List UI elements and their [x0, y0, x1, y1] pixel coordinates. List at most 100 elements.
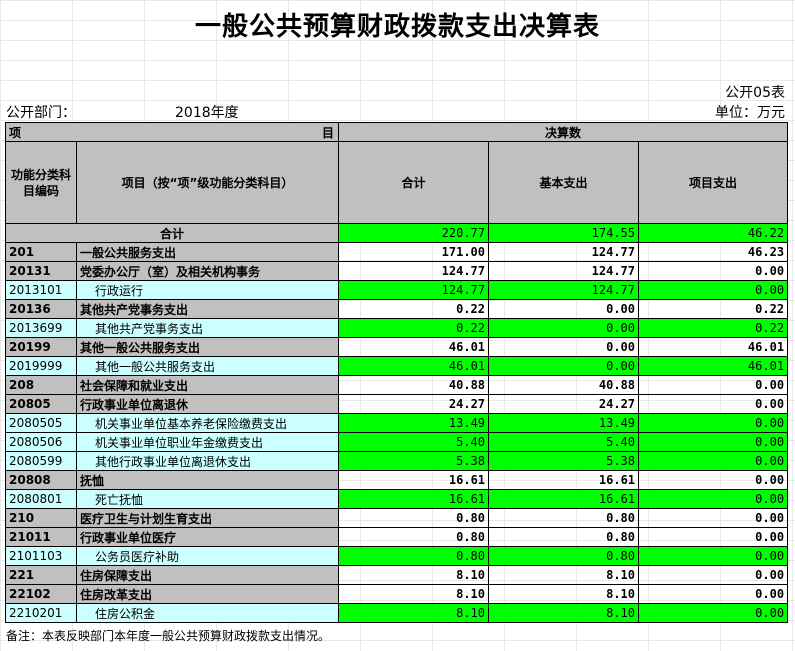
row-project[interactable]: 0.00 [638, 565, 789, 585]
row-code[interactable]: 221 [5, 565, 77, 585]
row-code[interactable]: 20199 [5, 337, 77, 357]
row-basic[interactable]: 16.61 [488, 470, 640, 490]
row-project[interactable]: 0.00 [638, 489, 789, 509]
row-basic[interactable]: 5.38 [488, 451, 640, 471]
row-basic[interactable]: 0.80 [488, 508, 640, 528]
row-total[interactable]: 46.01 [338, 356, 490, 376]
row-project[interactable]: 0.00 [638, 470, 789, 490]
row-name[interactable]: 住房保障支出 [75, 565, 340, 585]
row-project[interactable]: 0.00 [638, 280, 789, 300]
row-basic[interactable]: 0.00 [488, 337, 640, 357]
row-code[interactable]: 2013699 [5, 318, 77, 338]
row-name[interactable]: 其他一般公共服务支出 [75, 337, 340, 357]
header-basic[interactable]: 基本支出 [488, 141, 640, 224]
row-basic[interactable]: 0.00 [488, 318, 640, 338]
row-basic[interactable]: 13.49 [488, 413, 640, 433]
row-project[interactable]: 0.00 [638, 508, 789, 528]
row-total[interactable]: 0.80 [338, 546, 490, 566]
row-code[interactable]: 22102 [5, 584, 77, 604]
row-basic[interactable]: 124.77 [488, 242, 640, 262]
row-name[interactable]: 社会保障和就业支出 [75, 375, 340, 395]
row-basic[interactable]: 16.61 [488, 489, 640, 509]
row-name[interactable]: 行政事业单位离退休 [75, 394, 340, 414]
row-project[interactable]: 0.00 [638, 546, 789, 566]
row-basic[interactable]: 40.88 [488, 375, 640, 395]
row-project[interactable]: 0.22 [638, 318, 789, 338]
row-code[interactable]: 20136 [5, 299, 77, 319]
row-total[interactable]: 13.49 [338, 413, 490, 433]
row-code[interactable]: 2080599 [5, 451, 77, 471]
row-total[interactable]: 16.61 [338, 489, 490, 509]
row-total[interactable]: 124.77 [338, 280, 490, 300]
row-name[interactable]: 行政运行 [75, 280, 340, 300]
row-total[interactable]: 0.22 [338, 318, 490, 338]
row-project[interactable]: 46.01 [638, 356, 789, 376]
row-total[interactable]: 5.40 [338, 432, 490, 452]
row-basic[interactable]: 8.10 [488, 603, 640, 623]
row-total[interactable]: 171.00 [338, 242, 490, 262]
row-code[interactable]: 21011 [5, 527, 77, 547]
row-name[interactable]: 其他行政事业单位离退休支出 [75, 451, 340, 471]
row-project[interactable]: 0.00 [638, 432, 789, 452]
row-name[interactable]: 公务员医疗补助 [75, 546, 340, 566]
row-total[interactable]: 24.27 [338, 394, 490, 414]
row-name[interactable]: 住房公积金 [75, 603, 340, 623]
row-code[interactable]: 210 [5, 508, 77, 528]
row-code[interactable]: 2080506 [5, 432, 77, 452]
row-name[interactable]: 行政事业单位医疗 [75, 527, 340, 547]
row-basic[interactable]: 0.80 [488, 546, 640, 566]
row-basic[interactable]: 8.10 [488, 565, 640, 585]
row-total[interactable]: 0.80 [338, 527, 490, 547]
row-name[interactable]: 机关事业单位职业年金缴费支出 [75, 432, 340, 452]
header-name[interactable]: 项目（按“项”级功能分类科目） [75, 141, 340, 224]
row-code[interactable]: 2080801 [5, 489, 77, 509]
row-project[interactable]: 0.00 [638, 413, 789, 433]
row-basic[interactable]: 8.10 [488, 584, 640, 604]
row-total[interactable]: 16.61 [338, 470, 490, 490]
row-name[interactable]: 其他共产党事务支出 [75, 318, 340, 338]
row-total[interactable]: 8.10 [338, 603, 490, 623]
row-basic[interactable]: 124.77 [488, 261, 640, 281]
row-name[interactable]: 其他共产党事务支出 [75, 299, 340, 319]
row-project[interactable]: 46.01 [638, 337, 789, 357]
header-juesuanshu[interactable]: 决算数 [338, 122, 789, 142]
row-basic[interactable]: 124.77 [488, 280, 640, 300]
header-code[interactable]: 功能分类科目编码 [5, 141, 77, 224]
row-project[interactable]: 0.00 [638, 603, 789, 623]
row-basic[interactable]: 5.40 [488, 432, 640, 452]
row-code[interactable]: 2019999 [5, 356, 77, 376]
row-name[interactable]: 死亡抚恤 [75, 489, 340, 509]
row-project[interactable]: 0.00 [638, 375, 789, 395]
row-name[interactable]: 医疗卫生与计划生育支出 [75, 508, 340, 528]
row-code[interactable]: 2101103 [5, 546, 77, 566]
row-project[interactable]: 0.22 [638, 299, 789, 319]
row-project[interactable]: 0.00 [638, 527, 789, 547]
row-total[interactable]: 5.38 [338, 451, 490, 471]
row-basic[interactable]: 0.80 [488, 527, 640, 547]
row-basic[interactable]: 0.00 [488, 356, 640, 376]
row-name[interactable]: 一般公共服务支出 [75, 242, 340, 262]
total-project[interactable]: 46.22 [638, 223, 789, 243]
row-basic[interactable]: 24.27 [488, 394, 640, 414]
row-code[interactable]: 2013101 [5, 280, 77, 300]
row-total[interactable]: 0.22 [338, 299, 490, 319]
row-name[interactable]: 机关事业单位基本养老保险缴费支出 [75, 413, 340, 433]
row-code[interactable]: 20808 [5, 470, 77, 490]
row-total[interactable]: 8.10 [338, 565, 490, 585]
row-code[interactable]: 208 [5, 375, 77, 395]
total-total[interactable]: 220.77 [338, 223, 490, 243]
row-code[interactable]: 2080505 [5, 413, 77, 433]
total-label[interactable]: 合计 [4, 223, 340, 243]
row-name[interactable]: 住房改革支出 [75, 584, 340, 604]
row-total[interactable]: 46.01 [338, 337, 490, 357]
row-total[interactable]: 124.77 [338, 261, 490, 281]
row-total[interactable]: 0.80 [338, 508, 490, 528]
row-total[interactable]: 40.88 [338, 375, 490, 395]
header-project[interactable]: 项目支出 [638, 141, 789, 224]
row-project[interactable]: 0.00 [638, 584, 789, 604]
row-basic[interactable]: 0.00 [488, 299, 640, 319]
row-code[interactable]: 2210201 [5, 603, 77, 623]
total-basic[interactable]: 174.55 [488, 223, 640, 243]
row-total[interactable]: 8.10 [338, 584, 490, 604]
row-name[interactable]: 其他一般公共服务支出 [75, 356, 340, 376]
